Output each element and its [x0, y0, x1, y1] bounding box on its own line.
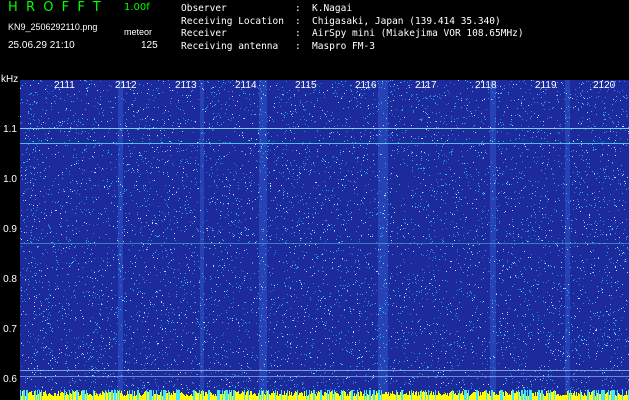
info-row-observer: Observer : K.Nagai — [181, 3, 524, 16]
mode-label: meteor — [124, 27, 153, 37]
datetime-label: 25.06.29 21:10 — [8, 40, 75, 51]
info-value: AirSpy mini (Miakejima VOR 108.65MHz) — [312, 28, 524, 39]
x-tick-label: 2111 — [54, 80, 75, 91]
info-colon: : — [295, 3, 301, 14]
y-tick-label: 0.7 — [3, 324, 17, 335]
spectrogram-plot — [20, 80, 629, 400]
count-label: 125 — [141, 40, 158, 51]
y-tick-label: 0.8 — [3, 274, 17, 285]
info-label: Receiving Location — [181, 15, 284, 27]
app-title: HROFFT — [8, 0, 109, 15]
info-value: Chigasaki, Japan (139.414 35.340) — [312, 15, 501, 27]
info-label: Observer — [181, 3, 227, 14]
x-tick-label: 2117 — [415, 80, 437, 91]
version-label: 1.00f — [124, 2, 150, 13]
y-tick-label: 0.9 — [3, 224, 17, 235]
y-tick-label: 1.0 — [3, 174, 17, 185]
info-colon: : — [295, 28, 301, 39]
x-tick-label: 2115 — [295, 80, 317, 91]
info-row-antenna: Receiving antenna : Maspro FM-3 — [181, 41, 524, 54]
x-tick-label: 2116 — [355, 80, 377, 91]
spectrogram-canvas — [20, 80, 629, 400]
y-tick-label: 1.1 — [3, 124, 17, 135]
x-tick-label: 2114 — [235, 80, 257, 91]
x-tick-label: 2119 — [535, 80, 557, 91]
header-panel: HROFFT 1.00f KN9_2506292110.png meteor 2… — [0, 0, 629, 74]
info-value: K.Nagai — [312, 3, 353, 14]
y-axis-unit: kHz — [1, 74, 19, 85]
info-colon: : — [295, 15, 301, 27]
x-tick-label: 2113 — [175, 80, 197, 91]
info-colon: : — [295, 40, 301, 52]
x-tick-label: 2112 — [115, 80, 137, 91]
info-row-receiver: Receiver : AirSpy mini (Miakejima VOR 10… — [181, 28, 524, 41]
x-tick-label: 2118 — [475, 80, 497, 91]
station-info: Observer : K.Nagai Receiving Location : … — [181, 3, 524, 53]
info-label: Receiving antenna — [181, 40, 279, 52]
y-tick-label: 0.6 — [3, 374, 17, 385]
info-row-location: Receiving Location : Chigasaki, Japan (1… — [181, 16, 524, 29]
filename-label: KN9_2506292110.png — [8, 22, 98, 32]
info-label: Receiver — [181, 28, 227, 39]
x-tick-label: 2120 — [593, 80, 616, 91]
info-value: Maspro FM-3 — [312, 40, 375, 52]
